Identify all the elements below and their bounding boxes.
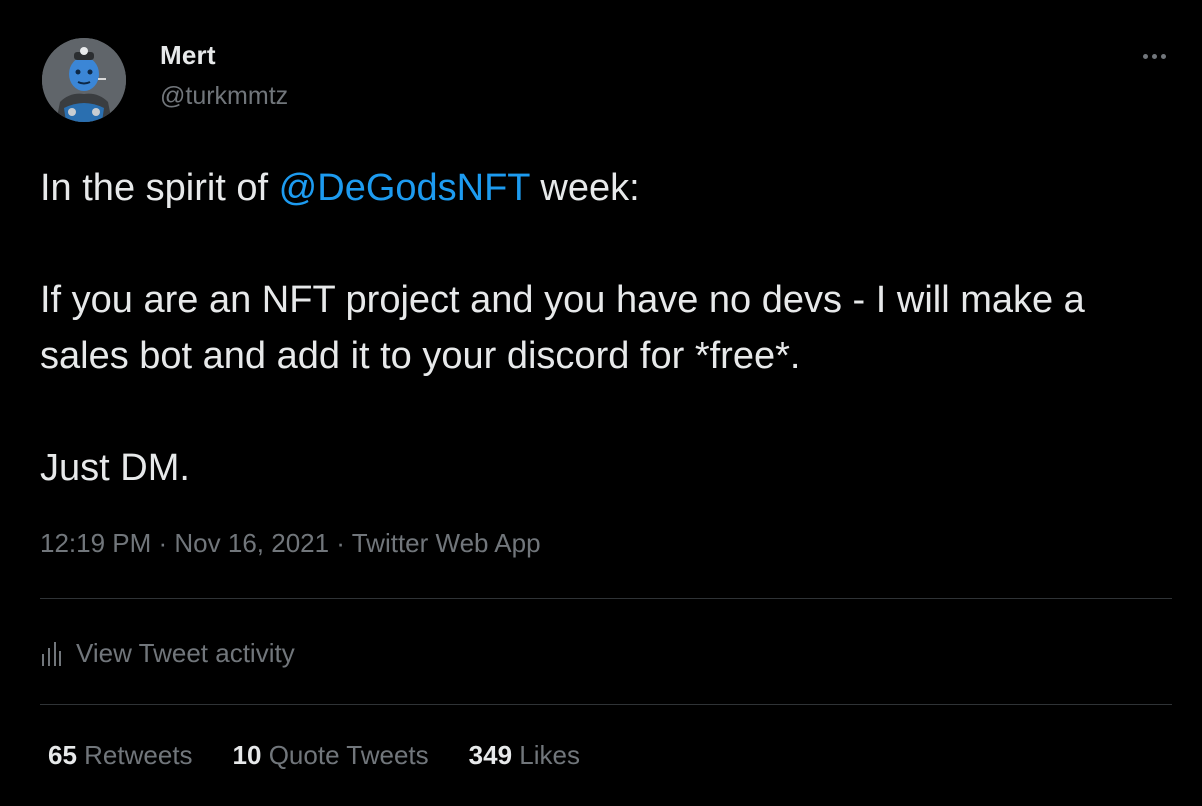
tweet-line-2: If you are an NFT project and you have n… [40,279,1085,377]
more-icon-dot [1151,53,1157,59]
quote-tweets-label: Quote Tweets [268,740,429,770]
likes-stat[interactable]: 349 Likes [469,740,580,771]
tweet-card: Mert @turkmmtz In the spirit of @DeGodsN… [0,0,1202,806]
tweet-metadata: 12:19 PM · Nov 16, 2021 · Twitter Web Ap… [40,528,541,559]
more-options-button[interactable] [1138,40,1170,72]
engagement-stats: 65 Retweets 10 Quote Tweets 349 Likes [48,740,580,771]
tweet-intro: In the spirit of [40,167,279,209]
mention-link[interactable]: @DeGodsNFT [279,167,530,209]
likes-label: Likes [519,740,580,770]
display-name[interactable]: Mert [160,40,216,71]
more-icon [1142,53,1148,59]
divider [40,598,1172,599]
divider [40,704,1172,705]
tweet-line-3: Just DM. [40,447,190,489]
tweet-source[interactable]: Twitter Web App [352,528,541,558]
bar-chart-icon [42,642,61,666]
user-handle[interactable]: @turkmmtz [160,82,288,111]
tweet-date[interactable]: Nov 16, 2021 [174,528,329,558]
retweets-stat[interactable]: 65 Retweets [48,740,193,771]
meta-separator: · [151,528,175,558]
avatar[interactable] [42,38,126,122]
quote-tweets-stat[interactable]: 10 Quote Tweets [233,740,429,771]
tweet-time[interactable]: 12:19 PM [40,528,151,558]
view-tweet-activity-label: View Tweet activity [76,637,295,668]
retweets-label: Retweets [84,740,193,770]
more-icon-dot [1160,53,1166,59]
view-tweet-activity-link[interactable]: View Tweet activity [40,632,295,674]
tweet-line-1: In the spirit of @DeGodsNFT week: [40,160,1170,216]
tweet-text: In the spirit of @DeGodsNFT week: If you… [40,160,1170,496]
retweets-count: 65 [48,740,77,770]
avatar-image [42,38,126,122]
likes-count: 349 [468,740,513,770]
meta-separator: · [329,528,352,558]
tweet-intro-end: week: [529,167,640,209]
quote-tweets-count: 10 [232,740,262,770]
